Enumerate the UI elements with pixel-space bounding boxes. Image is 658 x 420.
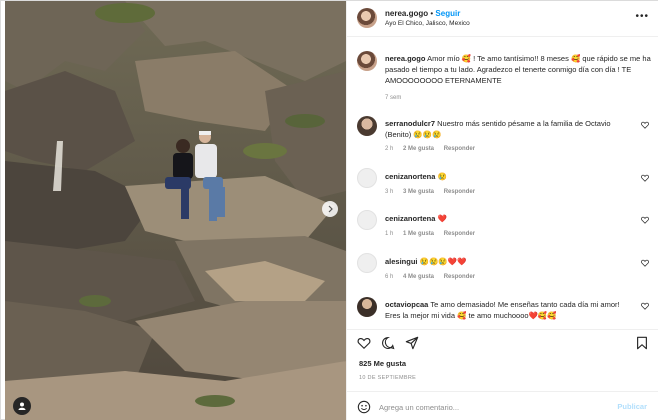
caption-text: Amor mío 🥰 ! Te amo tantísimo!! 8 meses … — [385, 54, 651, 85]
like-comment-heart-icon[interactable] — [641, 174, 649, 182]
comment-text: 😢😢😢❤️❤️ — [419, 257, 467, 266]
post-caption: nerea.gogo Amor mío 🥰 ! Te amo tantísimo… — [385, 53, 651, 86]
post-details-panel: nerea.gogo • Seguir Ayo El Chico, Jalisc… — [346, 1, 658, 420]
comment-text: ❤️ — [437, 214, 447, 223]
caption-avatar[interactable] — [357, 51, 377, 71]
comment-text-block: octaviopcaa Te amo demasiado! Me enseñas… — [385, 299, 637, 321]
comment-meta: 6 h 4 Me gusta Responder — [385, 274, 483, 280]
follow-button[interactable]: Seguir — [435, 9, 460, 18]
post-modal: nerea.gogo • Seguir Ayo El Chico, Jalisc… — [0, 0, 658, 420]
reply-button[interactable]: Responder — [444, 274, 475, 280]
emoji-smiley-icon[interactable] — [357, 400, 371, 414]
comment-time[interactable]: 2 h — [385, 146, 393, 152]
caption-username[interactable]: nerea.gogo — [385, 54, 425, 63]
like-comment-heart-icon[interactable] — [641, 259, 649, 267]
comment-time[interactable]: 1 h — [385, 231, 393, 237]
comment-text-block: cenizanortena 😢 — [385, 171, 637, 182]
reply-button[interactable]: Responder — [444, 231, 475, 237]
like-heart-icon[interactable] — [357, 336, 371, 350]
comment-text: 😢 — [437, 172, 447, 181]
location-link[interactable]: Ayo El Chico, Jalisco, Mexico — [385, 20, 470, 27]
like-comment-heart-icon[interactable] — [641, 216, 649, 224]
avatar[interactable] — [357, 210, 377, 230]
like-comment-heart-icon[interactable] — [641, 121, 649, 129]
avatar[interactable] — [357, 8, 377, 28]
avatar[interactable] — [357, 116, 377, 136]
comment-likes[interactable]: 4 Me gusta — [403, 274, 434, 280]
rock-photo-image — [5, 1, 346, 420]
like-comment-heart-icon[interactable] — [641, 302, 649, 310]
comment-meta: 3 h 3 Me gusta Responder — [385, 189, 483, 195]
publish-button[interactable]: Publicar — [617, 402, 647, 411]
comment-time[interactable]: 6 h — [385, 274, 393, 280]
share-send-icon[interactable] — [405, 336, 419, 350]
comment-input[interactable] — [379, 400, 599, 414]
post-date[interactable]: 10 DE SEPTIEMBRE — [359, 375, 416, 381]
avatar[interactable] — [357, 253, 377, 273]
add-comment-bar: Publicar — [347, 391, 658, 420]
comment-time[interactable]: 3 h — [385, 189, 393, 195]
likes-count[interactable]: 825 Me gusta — [359, 359, 406, 368]
comment-bubble-icon[interactable] — [381, 336, 395, 350]
post-author-row: nerea.gogo • Seguir — [385, 9, 460, 18]
caption-timestamp[interactable]: 7 sem — [385, 95, 401, 101]
comment-text-block: serranodulcr7 Nuestro más sentido pésame… — [385, 118, 637, 140]
comment-username[interactable]: serranodulcr7 — [385, 119, 435, 128]
comment-username[interactable]: cenizanortena — [385, 214, 435, 223]
comment-likes[interactable]: 3 Me gusta — [403, 189, 434, 195]
more-horizontal-icon[interactable]: ••• — [635, 11, 649, 22]
avatar[interactable] — [357, 168, 377, 188]
next-photo-arrow-icon[interactable] — [322, 201, 338, 217]
author-username[interactable]: nerea.gogo — [385, 9, 428, 18]
post-header: nerea.gogo • Seguir Ayo El Chico, Jalisc… — [347, 1, 658, 37]
post-photo[interactable] — [5, 1, 346, 420]
comment-likes[interactable]: 1 Me gusta — [403, 231, 434, 237]
separator-dot: • — [430, 9, 434, 18]
comment-likes[interactable]: 2 Me gusta — [403, 146, 434, 152]
reply-button[interactable]: Responder — [444, 189, 475, 195]
tagged-user-icon[interactable] — [13, 397, 31, 415]
comment-username[interactable]: cenizanortena — [385, 172, 435, 181]
avatar[interactable] — [357, 297, 377, 317]
comment-text-block: cenizanortena ❤️ — [385, 213, 637, 224]
post-actions-bar — [347, 329, 658, 355]
comment-text-block: alesingui 😢😢😢❤️❤️ — [385, 256, 637, 267]
reply-button[interactable]: Responder — [444, 146, 475, 152]
comment-meta: 1 h 1 Me gusta Responder — [385, 231, 483, 237]
save-bookmark-icon[interactable] — [635, 336, 649, 350]
comment-username[interactable]: octaviopcaa — [385, 300, 428, 309]
comment-meta: 2 h 2 Me gusta Responder — [385, 146, 483, 152]
comment-username[interactable]: alesingui — [385, 257, 418, 266]
